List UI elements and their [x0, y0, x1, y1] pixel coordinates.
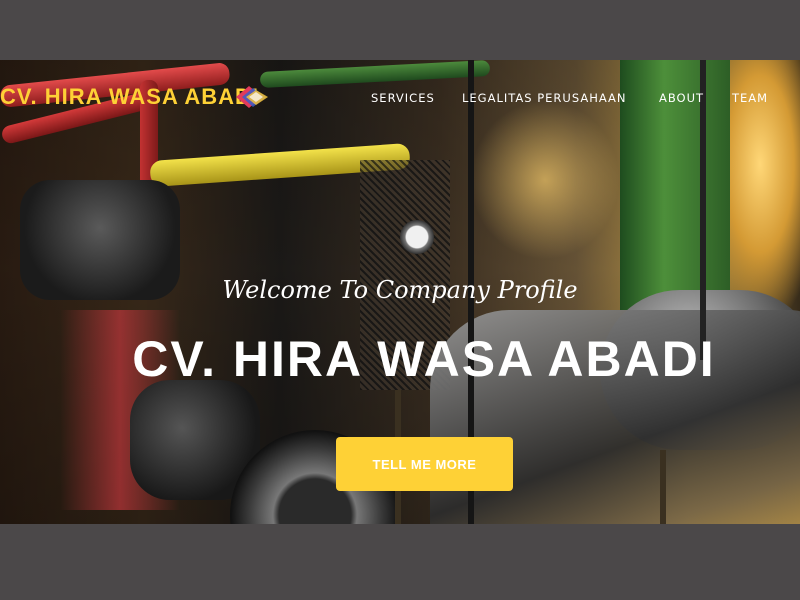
pressure-gauge-image	[400, 220, 434, 254]
support-rod-image	[660, 450, 666, 524]
diamond-logo-icon[interactable]	[232, 84, 270, 110]
hero-heading: CV. HIRA WASA ABADI	[132, 331, 716, 387]
nav-link-services[interactable]: SERVICES	[371, 91, 435, 105]
nav-link-about[interactable]: ABOUT	[659, 91, 704, 105]
navbar-brand[interactable]: CV. HIRA WASA ABADI	[0, 84, 259, 110]
hero-lead-text: Welcome To Company Profile	[222, 276, 578, 304]
navbar: CV. HIRA WASA ABADI SERVICES LEGALITAS P…	[0, 60, 800, 136]
tell-me-more-button[interactable]: TELL ME MORE	[336, 437, 513, 491]
nav-link-team[interactable]: TEAM	[732, 91, 768, 105]
nav-link-legalitas-perusahaan[interactable]: LEGALITAS PERUSAHAAN	[462, 91, 627, 105]
